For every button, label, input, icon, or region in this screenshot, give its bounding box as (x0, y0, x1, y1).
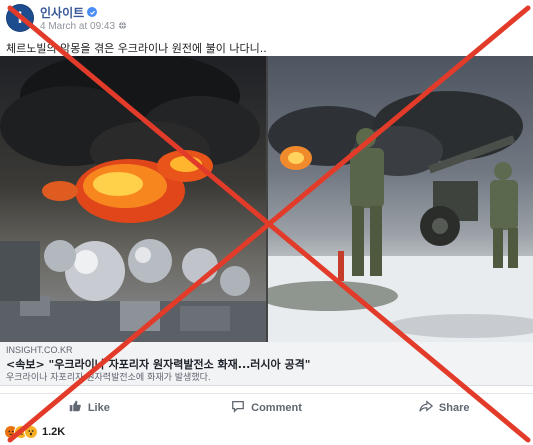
post-image[interactable] (0, 56, 533, 342)
facebook-post: I 인사이트 4 March at 09:43 체르노빌의 악몽을 겪은 우크라… (0, 0, 533, 445)
like-label: Like (87, 401, 110, 414)
verified-badge-icon (87, 7, 98, 17)
share-icon (419, 399, 433, 416)
reaction-icons (4, 425, 38, 439)
link-domain: INSIGHT.CO.KR (6, 345, 73, 355)
post-meta: 4 March at 09:43 (40, 20, 127, 32)
share-label: Share (438, 401, 470, 414)
comment-icon (231, 399, 245, 416)
comment-label: Comment (251, 401, 302, 414)
page-name[interactable]: 인사이트 (40, 4, 84, 21)
soldier-artillery-photo (268, 56, 533, 342)
reaction-count: 1.2K (42, 426, 66, 438)
comment-button[interactable]: Comment (178, 394, 356, 421)
like-icon (68, 399, 82, 416)
like-button[interactable]: Like (0, 394, 178, 421)
page-name-row: 인사이트 (40, 4, 98, 21)
avatar-ring (6, 4, 34, 32)
globe-icon (118, 17, 127, 35)
reactions-summary[interactable]: 1.2K (4, 424, 65, 440)
refinery-fire-photo (0, 56, 266, 342)
link-preview-card[interactable]: INSIGHT.CO.KR <속보> "우크라이나 자포리자 원자력발전소 화재… (0, 342, 533, 386)
wow-reaction-icon (24, 425, 38, 439)
share-button[interactable]: Share (355, 394, 533, 421)
post-text: 체르노빌의 악몽을 겪은 우크라이나 원전에 불이 나다니.. (6, 42, 267, 55)
post-timestamp[interactable]: 4 March at 09:43 (40, 21, 115, 32)
post-actions: Like Comment Share (0, 393, 533, 421)
post-header: I 인사이트 4 March at 09:43 (6, 4, 426, 32)
link-description: 우크라이나 자포리자 원자력발전소에 화재가 발생했다. (6, 373, 211, 383)
